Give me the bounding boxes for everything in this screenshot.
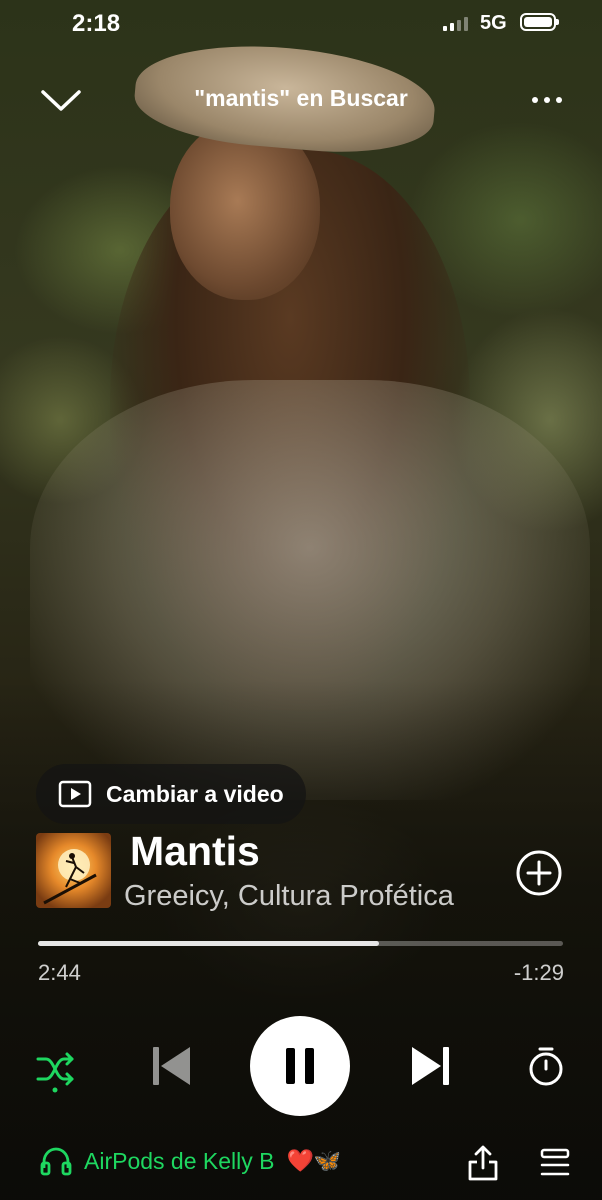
- share-icon: [468, 1145, 498, 1181]
- track-title[interactable]: Mantis: [130, 828, 260, 875]
- plus-circle-icon: [516, 850, 562, 896]
- headphones-icon: [40, 1147, 72, 1176]
- sleep-timer-button[interactable]: [524, 1044, 568, 1088]
- more-options-button[interactable]: [528, 88, 568, 112]
- connected-device-button[interactable]: AirPods de Kelly B ❤️🦋: [40, 1146, 341, 1176]
- pause-icon: [286, 1048, 314, 1084]
- pause-button[interactable]: [250, 1016, 350, 1116]
- shuffle-button[interactable]: [34, 1047, 78, 1093]
- battery-icon: [520, 13, 559, 31]
- album-cover[interactable]: [36, 833, 111, 908]
- collapse-player-button[interactable]: [38, 82, 84, 118]
- playback-progress-fill: [38, 941, 380, 946]
- more-dots-icon: [532, 97, 562, 103]
- playback-progress-bar[interactable]: [38, 941, 563, 946]
- device-emoji: ❤️🦋: [286, 1148, 342, 1173]
- share-button[interactable]: [466, 1144, 500, 1182]
- shuffle-icon: [36, 1052, 74, 1093]
- skip-next-icon: [412, 1047, 449, 1085]
- queue-icon: [540, 1148, 570, 1176]
- sleep-timer-icon: [529, 1047, 563, 1086]
- switch-to-video-button[interactable]: Cambiar a video: [36, 764, 306, 824]
- add-to-library-button[interactable]: [514, 848, 564, 898]
- player-context-title: "mantis" en Buscar: [194, 85, 408, 111]
- chevron-down-icon: [41, 90, 81, 111]
- video-play-icon: [58, 780, 92, 808]
- queue-button[interactable]: [538, 1146, 572, 1180]
- status-time: 2:18: [72, 10, 121, 37]
- background-bottom-shade: [0, 680, 602, 1200]
- track-artists[interactable]: Greeicy, Cultura Profética: [124, 880, 496, 913]
- network-type: 5G: [480, 12, 507, 34]
- status-bar: 2:18 5G: [0, 0, 602, 46]
- device-name: AirPods de Kelly B: [84, 1147, 275, 1174]
- next-track-button[interactable]: [408, 1044, 452, 1088]
- previous-track-button[interactable]: [150, 1044, 194, 1088]
- switch-to-video-label: Cambiar a video: [106, 780, 284, 807]
- skip-previous-icon: [153, 1047, 190, 1085]
- remaining-time: -1:29: [513, 960, 564, 985]
- cellular-signal-icon: [443, 17, 468, 31]
- elapsed-time: 2:44: [38, 960, 81, 985]
